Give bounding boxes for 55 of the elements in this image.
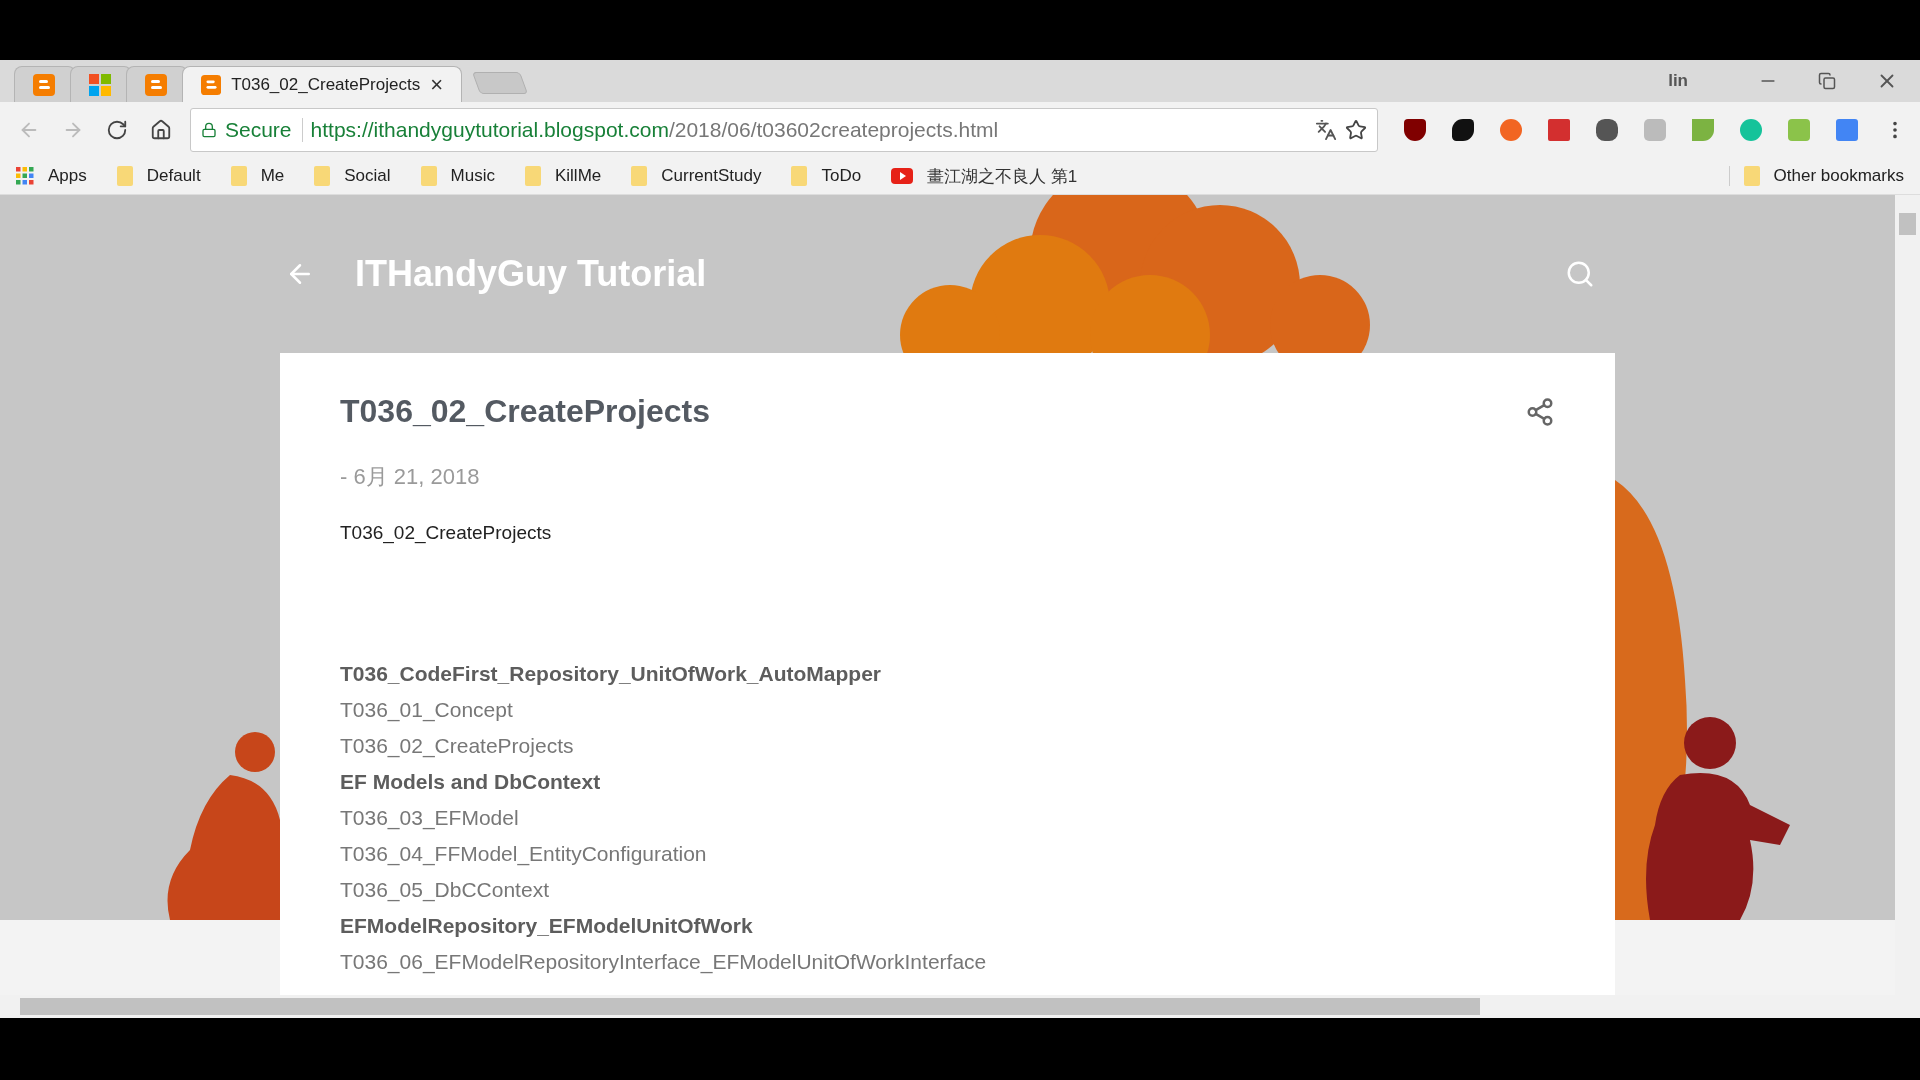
post-link[interactable]: T036_04_FFModel_EntityConfiguration	[340, 836, 707, 872]
shield-extension-icon[interactable]	[1404, 119, 1426, 141]
folder-icon	[631, 166, 648, 186]
browser-tab[interactable]: T036_02_CreateProjects ×	[182, 66, 462, 102]
folder-icon	[1743, 166, 1760, 186]
profile-name[interactable]: lin	[1668, 71, 1688, 91]
video-play-icon	[891, 168, 914, 184]
blogger-logo-icon	[201, 73, 222, 96]
close-tab-icon[interactable]: ×	[430, 71, 443, 98]
url-text: https://ithandyguytutorial.blogspot.com/2018/06/t03602createprojects.html	[310, 118, 1000, 142]
lock-icon	[201, 122, 217, 138]
other-bookmarks[interactable]: Other bookmarks	[1728, 166, 1904, 186]
search-icon[interactable]	[1565, 259, 1595, 289]
section-heading-link[interactable]: EFModelRepository_EFModelUnitOfWork	[340, 908, 753, 944]
post-link[interactable]: T036_05_DbCContext	[340, 872, 549, 908]
post-link[interactable]: T036_02_CreateProjects	[340, 728, 574, 764]
vertical-scrollbar[interactable]	[1895, 195, 1920, 995]
bookmark[interactable]: Apps	[16, 166, 87, 186]
post-title: T036_02_CreateProjects	[340, 393, 710, 430]
bookmark[interactable]: Me	[230, 166, 285, 186]
apps-grid-icon	[16, 167, 34, 185]
blogger-logo-icon	[33, 73, 55, 96]
tab-title: T036_02_CreateProjects	[231, 74, 421, 95]
bookmark[interactable]: 畫江湖之不良人 第1	[891, 164, 1078, 188]
bookmark[interactable]: KillMe	[524, 166, 602, 186]
share-icon[interactable]	[1525, 396, 1555, 427]
address-bar[interactable]: Secure https://ithandyguytutorial.blogspot.com/2018/06/t03602createprojects.html	[190, 108, 1378, 152]
bookmark-star-icon[interactable]	[1345, 119, 1367, 141]
folder-icon	[524, 166, 541, 186]
post-link[interactable]: T036_06_EFModelRepositoryInterface_EFModelUnitOfWorkInterface	[340, 944, 987, 980]
reload-icon[interactable]	[106, 119, 128, 141]
folder-icon	[230, 166, 247, 186]
post-link[interactable]: T036_01_Concept	[340, 692, 513, 728]
post-text: T036_02_CreateProjects	[340, 522, 553, 544]
section-heading-link[interactable]: T036_CodeFirst_Repository_UnitOfWork_AutoMapper	[340, 656, 882, 692]
bookmark[interactable]: CurrentStudy	[631, 166, 762, 186]
post-link[interactable]: T036_03_EFModel	[340, 800, 519, 836]
section-heading-link[interactable]: EF Models and DbContext	[340, 764, 601, 800]
new-tab-button[interactable]	[472, 72, 528, 94]
bookmark[interactable]: Music	[420, 166, 495, 186]
post-date: - 6月 21, 2018	[340, 463, 481, 491]
blogger-logo-icon	[145, 73, 167, 96]
home-icon[interactable]	[150, 119, 172, 141]
windows-logo-icon	[89, 73, 111, 96]
folder-icon	[420, 166, 437, 186]
horizontal-scrollbar[interactable]	[0, 995, 1920, 1018]
bookmark[interactable]: Social	[314, 166, 391, 186]
folder-icon	[116, 166, 133, 186]
folder-icon	[314, 166, 331, 186]
folder-icon	[791, 166, 808, 186]
restore-icon[interactable]	[1818, 72, 1836, 90]
bookmark[interactable]: ToDo	[791, 166, 862, 186]
translate-icon[interactable]	[1315, 119, 1337, 141]
bookmark[interactable]: Default	[116, 166, 201, 186]
secure-label: Secure	[225, 118, 303, 142]
